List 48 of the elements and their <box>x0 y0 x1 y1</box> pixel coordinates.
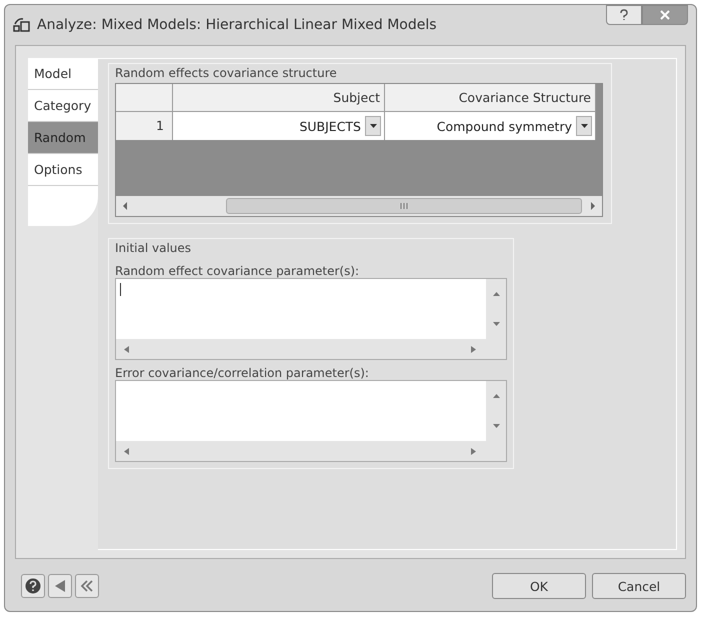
field-label: Error covariance/correlation parameter(s): <box>115 366 370 380</box>
scroll-left-icon[interactable] <box>122 202 128 210</box>
scroll-left-icon[interactable] <box>124 346 129 352</box>
question-mark-icon <box>619 9 629 21</box>
scroll-left-icon[interactable] <box>124 448 129 454</box>
group-title: Random effects covariance structure <box>115 66 338 80</box>
input-field[interactable] <box>115 278 507 360</box>
first-button[interactable] <box>75 574 99 598</box>
scroll-up-icon[interactable] <box>492 292 500 296</box>
triangle-left-icon <box>53 579 67 593</box>
tab[interactable]: Category <box>28 90 98 122</box>
dropdown-button[interactable] <box>365 116 381 136</box>
help-button[interactable] <box>21 574 45 598</box>
caret-icon <box>580 124 588 128</box>
window-title: Analyze: Mixed Models: Hierarchical Linear Mixed Models <box>37 17 438 33</box>
app-icon <box>13 17 31 33</box>
scroll-right-icon[interactable] <box>590 202 596 210</box>
help-icon <box>25 578 41 594</box>
field-label: Random effect covariance parameter(s): <box>115 264 360 278</box>
close-icon <box>659 10 671 20</box>
caret-icon <box>370 124 376 128</box>
column-header[interactable]: Subject <box>173 84 385 112</box>
double-chevron-left-icon <box>80 579 94 593</box>
help-button[interactable] <box>606 5 642 25</box>
scroll-down-icon[interactable] <box>492 424 500 428</box>
back-button[interactable] <box>48 574 72 598</box>
horizontal-scrollbar[interactable] <box>116 196 602 216</box>
covariance-cell[interactable]: Compound symmetry <box>385 112 596 140</box>
scroll-thumb[interactable] <box>226 198 582 214</box>
tab[interactable]: Random <box>28 122 98 154</box>
scroll-right-icon[interactable] <box>471 346 476 352</box>
scroll-up-icon[interactable] <box>492 394 500 398</box>
column-header[interactable]: Covariance Structure <box>385 84 596 112</box>
tab[interactable]: Model <box>28 58 98 90</box>
tab[interactable]: Options <box>28 154 98 186</box>
row-number: 1 <box>116 112 173 140</box>
scroll-down-icon[interactable] <box>492 322 500 326</box>
input-field[interactable] <box>115 380 507 462</box>
cell-value: SUBJECTS <box>299 118 361 134</box>
dropdown-button[interactable] <box>576 116 592 136</box>
dialog-button[interactable]: OK <box>492 573 586 599</box>
scroll-right-icon[interactable] <box>471 448 476 454</box>
group-title: Initial values <box>115 241 192 255</box>
subject-cell[interactable]: SUBJECTS <box>173 112 385 140</box>
cell-value: Compound symmetry <box>436 118 572 134</box>
header-corner <box>116 84 173 112</box>
close-button[interactable] <box>642 5 688 25</box>
dialog-button[interactable]: Cancel <box>592 573 686 599</box>
